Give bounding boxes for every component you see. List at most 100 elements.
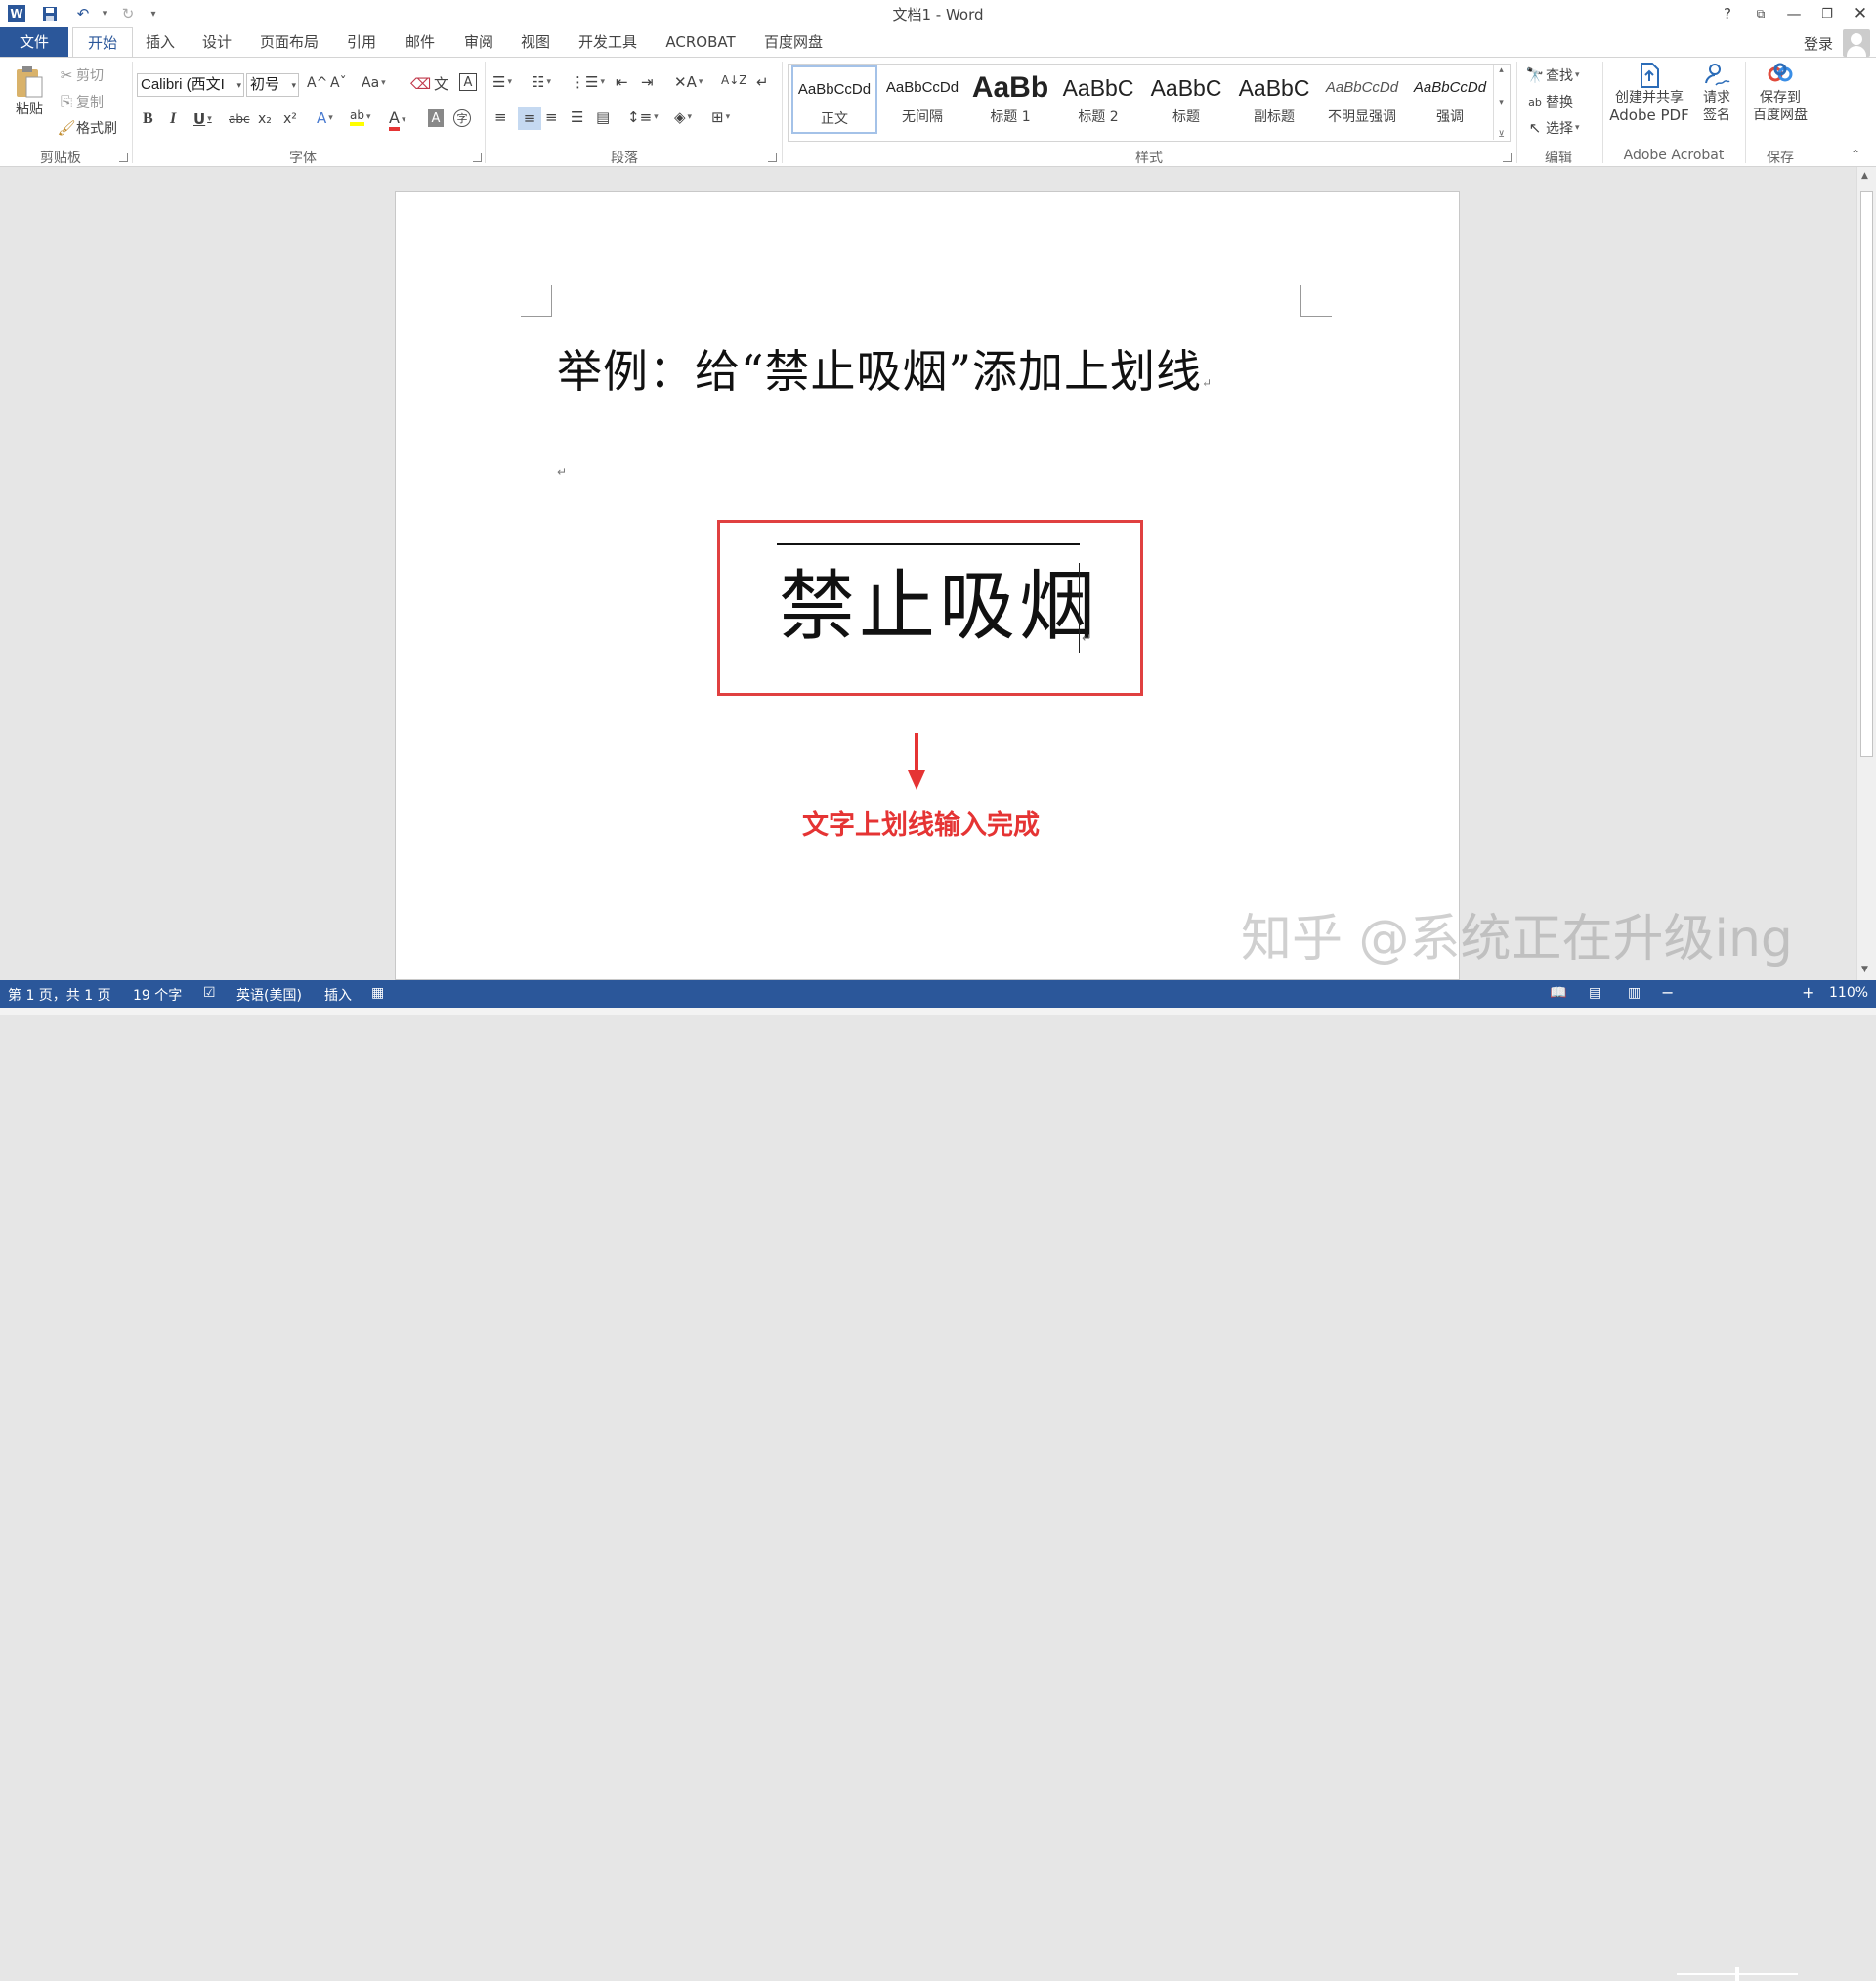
- tab-page-layout[interactable]: 页面布局: [250, 27, 328, 57]
- insert-mode[interactable]: 插入: [324, 985, 352, 1005]
- show-marks-button[interactable]: ↵: [756, 73, 769, 91]
- phonetic-guide-button[interactable]: 文: [434, 73, 448, 94]
- font-launcher[interactable]: [473, 153, 482, 162]
- ribbon-display-options-icon[interactable]: ⧉: [1747, 2, 1774, 25]
- style-no-spacing[interactable]: AaBbCcDd 无间隔: [879, 65, 965, 134]
- scroll-down-icon[interactable]: ▾: [1499, 98, 1504, 108]
- character-shading-button[interactable]: A: [428, 109, 444, 127]
- multilevel-list-button[interactable]: ⋮☰: [571, 73, 605, 91]
- replace-button[interactable]: ab 替换: [1524, 92, 1573, 111]
- avatar[interactable]: [1843, 29, 1870, 57]
- paste-button[interactable]: 粘贴: [12, 65, 47, 118]
- bullets-button[interactable]: ☰: [492, 73, 512, 91]
- minimize-button[interactable]: —: [1780, 2, 1808, 25]
- sign-in-link[interactable]: 登录: [1804, 33, 1833, 54]
- tab-home[interactable]: 开始: [72, 27, 133, 58]
- align-right-button[interactable]: ≡: [545, 108, 558, 126]
- styles-launcher[interactable]: [1503, 153, 1512, 162]
- distributed-button[interactable]: ▤: [596, 108, 610, 126]
- enclose-characters-button[interactable]: 字: [453, 109, 471, 127]
- select-button[interactable]: ↖ 选择: [1524, 118, 1580, 138]
- superscript-button[interactable]: x²: [283, 111, 297, 127]
- decrease-indent-button[interactable]: ⇤: [616, 73, 628, 91]
- zoom-level[interactable]: 110%: [1829, 985, 1868, 1001]
- tab-developer[interactable]: 开发工具: [569, 27, 647, 57]
- tab-file[interactable]: 文件: [0, 27, 68, 57]
- bold-button[interactable]: B: [143, 110, 153, 128]
- copy-button[interactable]: ⎘ 复制: [57, 92, 104, 111]
- styles-scroll[interactable]: ▴ ▾ ⊻: [1493, 65, 1509, 140]
- language-indicator[interactable]: 英语(美国): [236, 985, 302, 1005]
- scroll-up-icon[interactable]: ▴: [1499, 65, 1504, 75]
- proofing-icon[interactable]: ☑: [203, 985, 216, 1001]
- help-button[interactable]: ?: [1714, 2, 1741, 25]
- zoom-out-button[interactable]: −: [1661, 983, 1674, 1002]
- shrink-font-button[interactable]: Aˇ: [330, 75, 347, 91]
- style-heading-1[interactable]: AaBb 标题 1: [967, 65, 1053, 134]
- create-share-pdf-button[interactable]: 创建并共享 Adobe PDF: [1606, 62, 1692, 124]
- scrollbar-thumb[interactable]: [1860, 191, 1873, 757]
- web-layout-icon[interactable]: ▥: [1628, 985, 1641, 1001]
- shading-button[interactable]: ◈: [674, 108, 692, 126]
- numbering-button[interactable]: ☷: [532, 73, 551, 91]
- text-effects-button[interactable]: A: [317, 109, 333, 127]
- font-name-combo[interactable]: Calibri (西文I ▾: [137, 73, 244, 97]
- scroll-down-icon[interactable]: ▼: [1861, 965, 1868, 974]
- align-left-button[interactable]: ≡: [494, 108, 507, 126]
- word-count[interactable]: 19 个字: [133, 985, 182, 1005]
- more-styles-icon[interactable]: ⊻: [1498, 130, 1505, 140]
- zoom-in-button[interactable]: +: [1802, 983, 1814, 1002]
- tab-design[interactable]: 设计: [193, 27, 240, 57]
- borders-button[interactable]: ⊞: [711, 108, 730, 126]
- change-case-button[interactable]: Aa: [362, 75, 386, 91]
- macro-recording-icon[interactable]: ▦: [371, 985, 384, 1001]
- clipboard-launcher[interactable]: [119, 153, 128, 162]
- restore-button[interactable]: ❐: [1813, 2, 1841, 25]
- style-normal[interactable]: AaBbCcDd 正文: [791, 65, 877, 134]
- chinese-layout-button[interactable]: ✕A: [674, 73, 703, 91]
- highlight-button[interactable]: ab: [350, 108, 371, 126]
- find-button[interactable]: 🔭 查找: [1524, 65, 1580, 85]
- paragraph-launcher[interactable]: [768, 153, 777, 162]
- page-count[interactable]: 第 1 页，共 1 页: [8, 985, 111, 1005]
- close-button[interactable]: ✕: [1847, 2, 1874, 25]
- request-signature-button[interactable]: 请求 签名: [1692, 62, 1741, 124]
- subscript-button[interactable]: x₂: [258, 111, 272, 127]
- tab-insert[interactable]: 插入: [137, 27, 184, 57]
- clear-formatting-button[interactable]: ⌫: [410, 75, 431, 93]
- save-to-baidu-button[interactable]: 保存到 百度网盘: [1749, 62, 1812, 124]
- style-heading-2[interactable]: AaBbC 标题 2: [1055, 65, 1141, 134]
- tab-mailings[interactable]: 邮件: [397, 27, 444, 57]
- style-emphasis[interactable]: AaBbCcDd 强调: [1407, 65, 1493, 134]
- style-title[interactable]: AaBbC 标题: [1143, 65, 1229, 134]
- font-color-button[interactable]: A: [389, 108, 405, 131]
- strikethrough-button[interactable]: abc: [229, 112, 250, 126]
- justify-button[interactable]: ☰: [571, 108, 583, 126]
- tab-baidu-netdisk[interactable]: 百度网盘: [754, 27, 832, 57]
- zoom-slider-thumb[interactable]: [1735, 1967, 1739, 1981]
- print-layout-icon[interactable]: ▤: [1589, 985, 1601, 1001]
- tab-view[interactable]: 视图: [512, 27, 559, 57]
- document-heading[interactable]: 举例：给“禁止吸烟”添加上划线↵: [557, 336, 1213, 401]
- vertical-scrollbar[interactable]: ▲ ▼: [1856, 167, 1876, 980]
- underline-button[interactable]: U: [193, 110, 212, 128]
- italic-button[interactable]: I: [170, 110, 176, 128]
- sort-button[interactable]: A↓Z: [721, 73, 746, 87]
- tab-review[interactable]: 审阅: [455, 27, 502, 57]
- read-mode-icon[interactable]: 📖: [1550, 985, 1566, 1001]
- style-subtitle[interactable]: AaBbC 副标题: [1231, 65, 1317, 134]
- collapse-ribbon-button[interactable]: ⌃: [1851, 148, 1860, 161]
- tab-acrobat[interactable]: ACROBAT: [657, 27, 745, 57]
- tab-references[interactable]: 引用: [338, 27, 385, 57]
- style-subtle-emphasis[interactable]: AaBbCcDd 不明显强调: [1319, 65, 1405, 134]
- format-painter-button[interactable]: 🖌 格式刷: [57, 118, 117, 138]
- scroll-up-icon[interactable]: ▲: [1861, 171, 1868, 181]
- line-spacing-button[interactable]: ↕≡: [627, 108, 659, 126]
- cut-button[interactable]: ✂ 剪切: [57, 65, 104, 85]
- align-center-button[interactable]: ≡: [518, 107, 541, 130]
- increase-indent-button[interactable]: ⇥: [641, 73, 654, 91]
- document-page[interactable]: 举例：给“禁止吸烟”添加上划线↵ ↵ 禁止吸烟 ↵ 文字上划线输入完成: [395, 191, 1460, 980]
- character-border-button[interactable]: A: [459, 73, 477, 91]
- font-size-combo[interactable]: 初号 ▾: [246, 73, 299, 97]
- overlined-text[interactable]: 禁止吸烟: [779, 545, 1099, 655]
